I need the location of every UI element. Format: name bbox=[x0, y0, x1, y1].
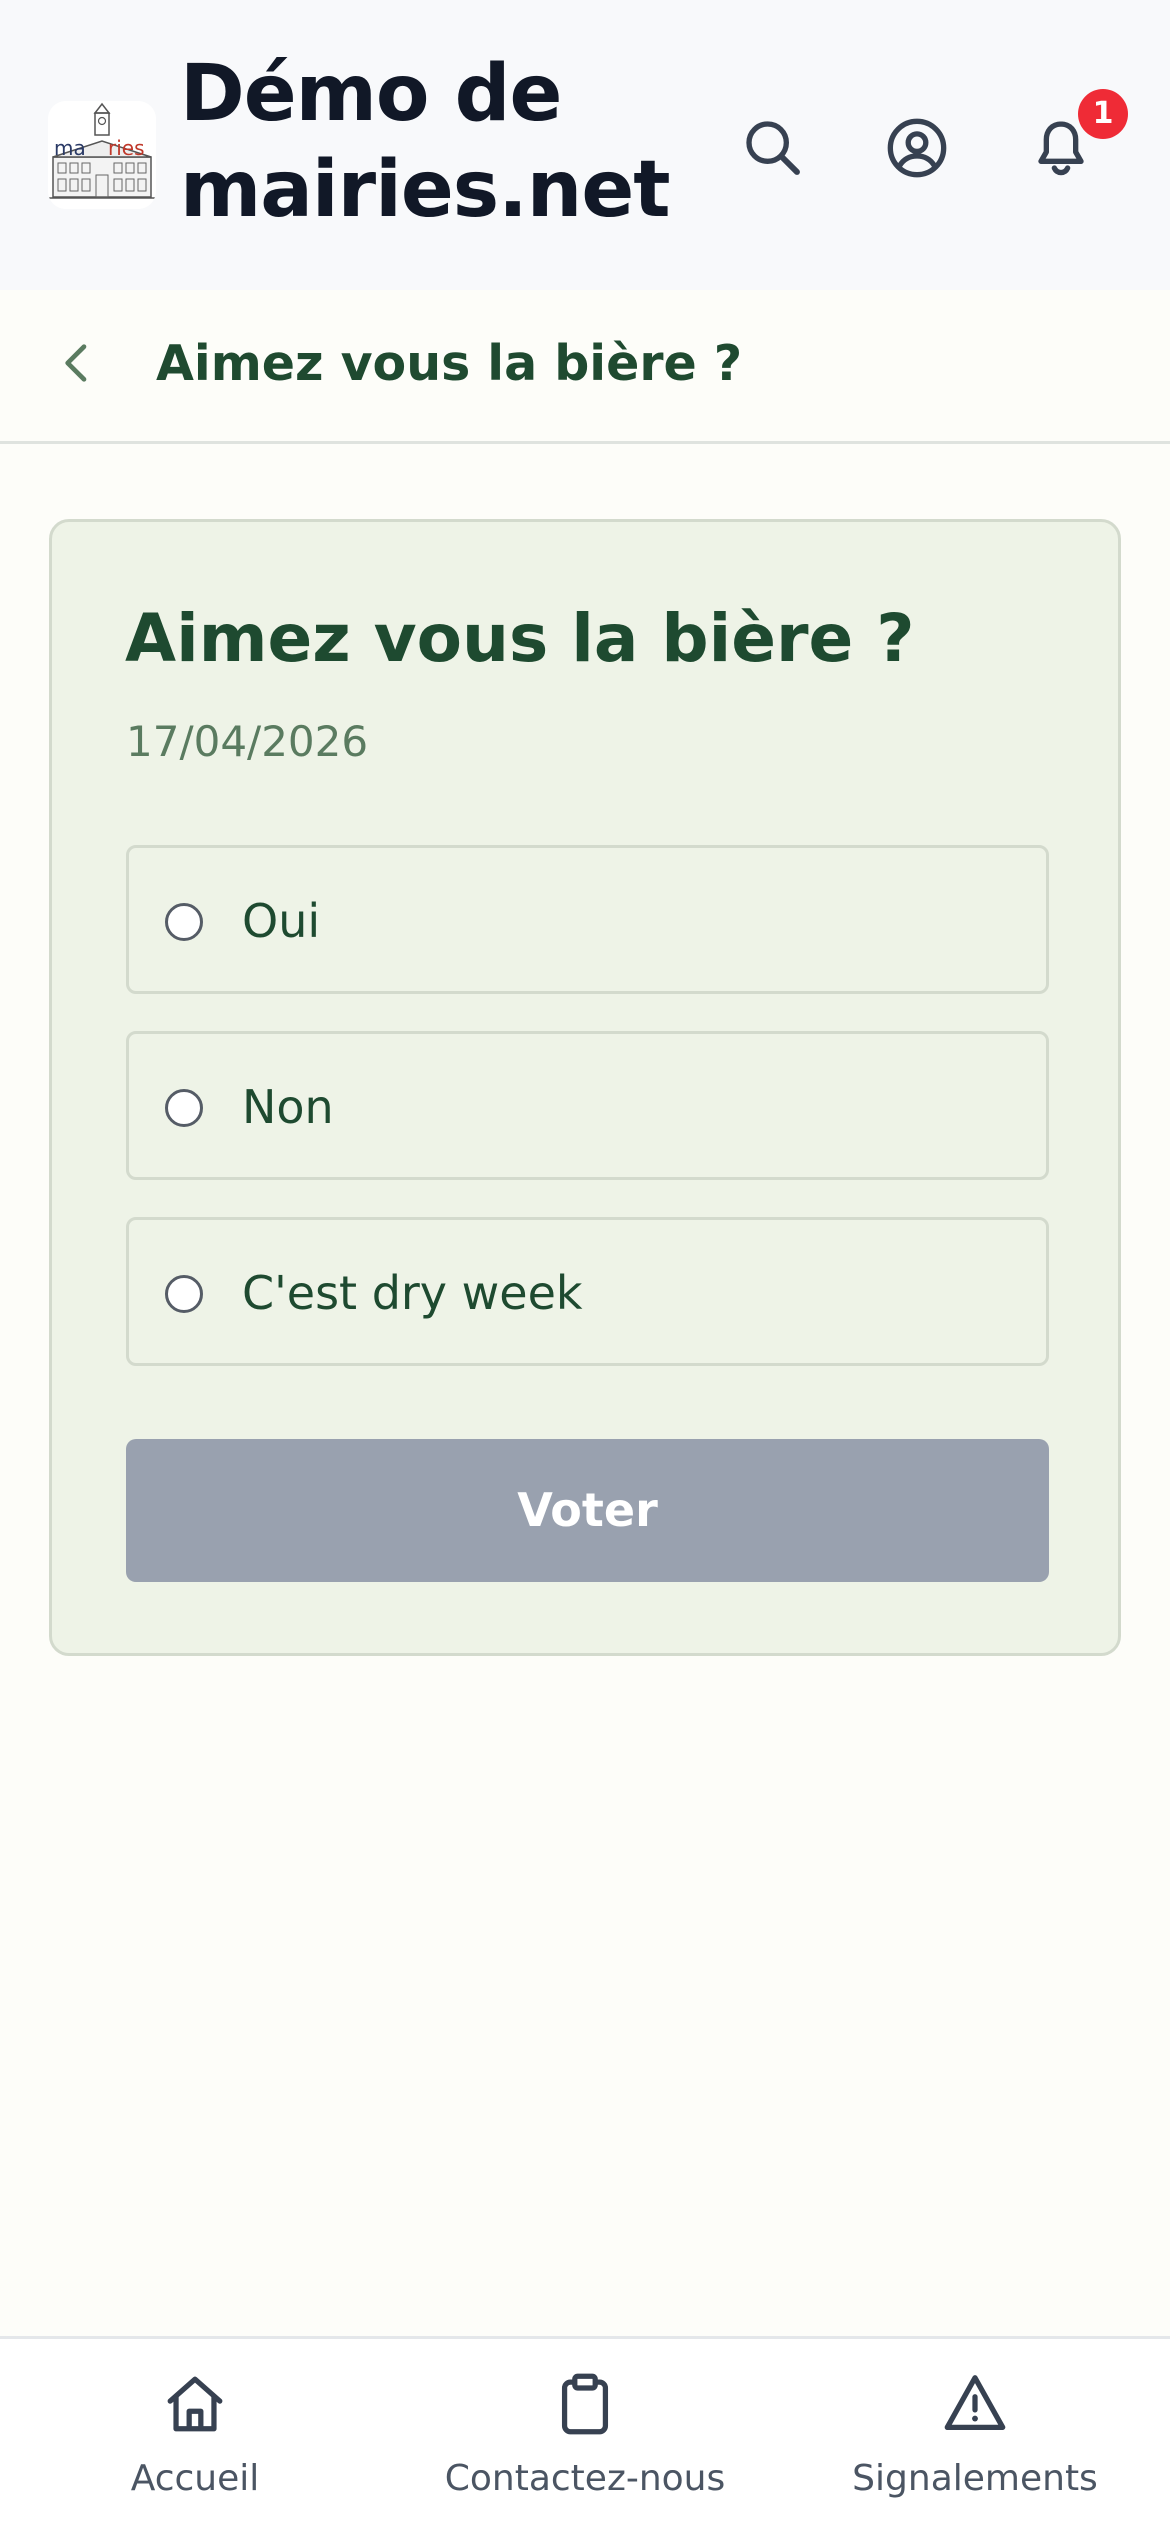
radio-button[interactable] bbox=[165, 903, 203, 941]
radio-button[interactable] bbox=[165, 1089, 203, 1127]
poll-card: Aimez vous la bière ? 17/04/2026 Oui Non… bbox=[49, 519, 1121, 1656]
page: ma ries Démo de mairies.net 1 Aimez vous… bbox=[0, 0, 1170, 2532]
poll-option-dry-week[interactable]: C'est dry week bbox=[126, 1217, 1049, 1366]
home-icon bbox=[167, 2376, 223, 2432]
search-button[interactable] bbox=[737, 112, 809, 184]
poll-option-label: Non bbox=[242, 1080, 334, 1134]
vote-button[interactable]: Voter bbox=[126, 1439, 1049, 1582]
town-hall-logo-image: ma ries bbox=[48, 101, 156, 209]
poll-option-label: C'est dry week bbox=[242, 1266, 583, 1320]
poll-date: 17/04/2026 bbox=[126, 717, 369, 766]
user-circle-icon bbox=[887, 118, 947, 178]
search-icon bbox=[746, 121, 800, 175]
nav-label: Signalements bbox=[852, 2458, 1098, 2499]
svg-text:ries: ries bbox=[108, 136, 145, 160]
mairies-logo[interactable]: ma ries bbox=[48, 101, 156, 209]
nav-item-contactez-nous[interactable]: Contactez-nous bbox=[440, 2339, 730, 2532]
poll-option-label: Oui bbox=[242, 894, 321, 948]
nav-label: Contactez-nous bbox=[444, 2458, 726, 2499]
poll-option-non[interactable]: Non bbox=[126, 1031, 1049, 1180]
clipboard-icon bbox=[561, 2373, 609, 2435]
nav-item-accueil[interactable]: Accueil bbox=[80, 2339, 310, 2532]
page-subheader: Aimez vous la bière ? bbox=[0, 290, 1170, 444]
svg-text:ma: ma bbox=[54, 136, 86, 160]
notification-badge: 1 bbox=[1078, 89, 1128, 139]
radio-button[interactable] bbox=[165, 1275, 203, 1313]
chevron-left-icon bbox=[65, 344, 87, 382]
poll-option-oui[interactable]: Oui bbox=[126, 845, 1049, 994]
app-title: Démo de mairies.net bbox=[180, 49, 671, 235]
nav-label: Accueil bbox=[130, 2458, 260, 2499]
poll-title: Aimez vous la bière ? bbox=[125, 600, 915, 677]
page-title: Aimez vous la bière ? bbox=[156, 335, 743, 392]
back-button[interactable] bbox=[46, 332, 108, 394]
warning-icon bbox=[944, 2375, 1006, 2430]
account-button[interactable] bbox=[881, 112, 953, 184]
app-header: ma ries Démo de mairies.net 1 bbox=[0, 0, 1170, 290]
bottom-navigation: Accueil Contactez-nous Signalements bbox=[0, 2336, 1170, 2532]
nav-item-signalements[interactable]: Signalements bbox=[840, 2339, 1110, 2532]
